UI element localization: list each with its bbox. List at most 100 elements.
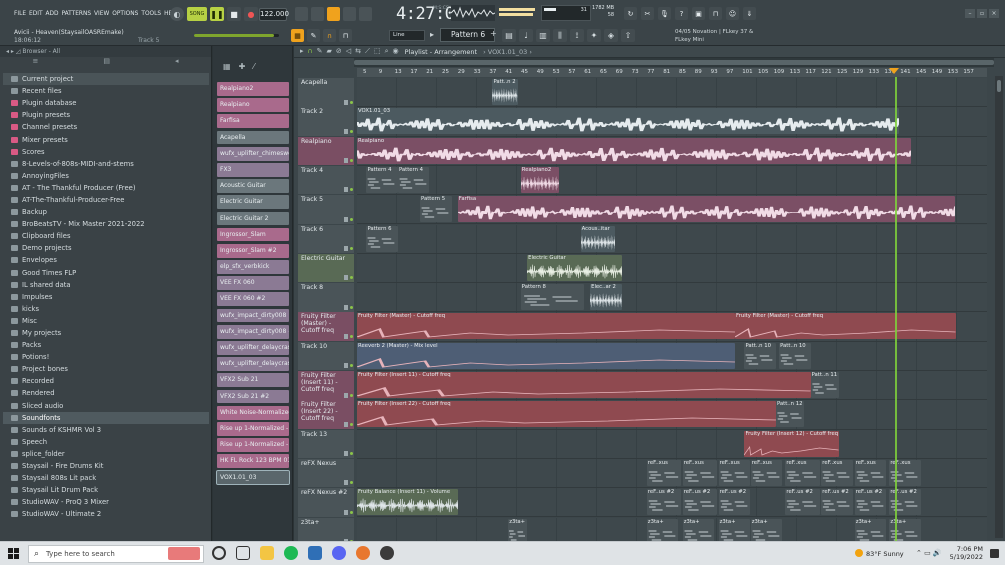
track-lane[interactable]: Pattern 6 Acous..itar bbox=[357, 224, 987, 254]
channel-item[interactable]: Ingrossor_Slam bbox=[217, 227, 289, 242]
master-volume-slider[interactable] bbox=[194, 34, 279, 37]
picker-brush-icon[interactable]: ⁄ bbox=[253, 62, 254, 71]
lock-icon[interactable] bbox=[344, 246, 348, 251]
lock-icon[interactable] bbox=[344, 333, 348, 339]
track-header[interactable]: Electric Guitar bbox=[298, 253, 354, 283]
channel-item[interactable]: Farfisa bbox=[217, 114, 289, 129]
help-icon[interactable]: ? bbox=[675, 7, 688, 20]
channel-item[interactable]: Rise up 1-Normalized - 1 bbox=[217, 421, 289, 436]
save-icon[interactable]: ⊓ bbox=[709, 7, 722, 20]
mic-icon[interactable]: 🎙 bbox=[658, 7, 671, 20]
playhead[interactable] bbox=[895, 77, 897, 541]
minimize-icon[interactable]: – bbox=[965, 9, 975, 18]
pattern-clip[interactable]: reF..xus bbox=[785, 459, 821, 486]
wait-input-icon[interactable] bbox=[311, 7, 324, 21]
pattern-add-icon[interactable]: + bbox=[490, 29, 497, 38]
magnet-tool-icon[interactable]: ∩ bbox=[308, 47, 313, 56]
pattern-clip[interactable]: reF..us #2 bbox=[854, 489, 887, 516]
track-header[interactable]: reFX Nexus #2 bbox=[298, 488, 354, 517]
audio-clip[interactable]: Realpiano bbox=[357, 137, 912, 164]
pattern-clip[interactable]: Pattern 4 bbox=[366, 166, 398, 193]
lock-icon[interactable] bbox=[344, 275, 348, 281]
audio-clip[interactable]: Patt..n 2 bbox=[492, 79, 518, 105]
song-mode-button[interactable]: SONG bbox=[187, 7, 207, 21]
pattern-clip[interactable]: reF..xus bbox=[854, 459, 887, 486]
browser-item[interactable]: AnnoyingFiles bbox=[3, 170, 209, 182]
pattern-clip[interactable]: Pattern 8 bbox=[520, 284, 584, 311]
upload-icon[interactable]: ⇧ bbox=[621, 29, 635, 42]
browser-item[interactable]: Packs bbox=[3, 339, 209, 351]
browser-item[interactable]: Sliced audio bbox=[3, 400, 209, 412]
channel-item[interactable]: VEE FX 060 bbox=[217, 276, 289, 291]
lock-icon[interactable] bbox=[344, 480, 348, 486]
track-enable-icon[interactable] bbox=[350, 481, 353, 485]
discord-icon[interactable] bbox=[332, 546, 346, 560]
pattern-prev-icon[interactable]: ▸ bbox=[430, 30, 434, 39]
browser-item[interactable]: Speech bbox=[3, 436, 209, 448]
lock-icon[interactable] bbox=[344, 451, 348, 457]
audio-clip[interactable]: Fruity Balance (Insert 11) - Volume bbox=[357, 489, 458, 516]
select-tool-icon[interactable]: ⬚ bbox=[374, 47, 381, 56]
browser-item[interactable]: Sounds of KSHMR Vol 3 bbox=[3, 424, 209, 436]
browser-header[interactable]: ◂ ▸ ◿ Browser - All bbox=[0, 46, 211, 57]
playlist-arrow-icon[interactable]: ▸ bbox=[300, 47, 304, 56]
lock-icon[interactable] bbox=[344, 421, 348, 427]
lock-icon[interactable] bbox=[344, 363, 348, 369]
menu-edit[interactable]: EDIT bbox=[29, 9, 43, 17]
pattern-clip[interactable]: reF..us #2 bbox=[682, 489, 718, 516]
automation-clip[interactable]: Reeverb 2 (Master) - Mix level bbox=[357, 342, 735, 369]
countdown-icon[interactable] bbox=[327, 7, 340, 21]
track-header[interactable]: Track 10 bbox=[298, 341, 354, 371]
browser-item[interactable]: IL shared data bbox=[3, 279, 209, 291]
channel-item[interactable]: VOX1.01_03 bbox=[216, 469, 290, 486]
track-header[interactable]: Track 13 bbox=[298, 429, 354, 459]
fl-studio-icon[interactable] bbox=[380, 546, 394, 560]
menu-patterns[interactable]: PATTERNS bbox=[62, 9, 91, 17]
browser-item[interactable]: splice_folder bbox=[3, 448, 209, 460]
browser-item[interactable]: Scores bbox=[3, 146, 209, 158]
track-header[interactable]: reFX Nexus bbox=[298, 458, 354, 488]
channel-item[interactable]: VFX2 Sub 21 bbox=[217, 373, 289, 388]
browser-item[interactable]: My projects bbox=[3, 327, 209, 339]
download-icon[interactable]: ⇓ bbox=[743, 7, 756, 20]
track-enable-icon[interactable] bbox=[350, 452, 353, 456]
track-header[interactable]: Fruity Filter (Insert 22) - Cutoff freq bbox=[298, 400, 354, 429]
channel-item[interactable]: wufx_impact_dirty008 bbox=[217, 308, 289, 323]
pattern-clip[interactable]: reF..xus bbox=[750, 459, 783, 486]
playback-tool-icon[interactable]: ◉ bbox=[393, 47, 399, 56]
snap-icon[interactable]: ⊓ bbox=[339, 29, 352, 42]
track-enable-icon[interactable] bbox=[350, 510, 353, 514]
pattern-clip[interactable]: reF..xus bbox=[646, 459, 682, 486]
menu-add[interactable]: ADD bbox=[46, 9, 59, 17]
weather-widget[interactable]: 83°F Sunny bbox=[855, 549, 904, 558]
automation-clip[interactable]: Fruity Filter (Master) - Cutoff freq bbox=[735, 313, 956, 340]
channel-rack-icon[interactable]: ▥ bbox=[536, 29, 550, 42]
track-header[interactable]: Track 5 bbox=[298, 195, 354, 224]
browser-item[interactable]: Rendered bbox=[3, 387, 209, 399]
track-lane[interactable]: Fruity Filter (Insert 22) - Cutoff freq P… bbox=[357, 400, 987, 430]
track-header[interactable]: Realpiano bbox=[298, 136, 354, 166]
browser-item[interactable]: Envelopes bbox=[3, 254, 209, 266]
slice-tool-icon[interactable]: ⟋ bbox=[365, 47, 370, 56]
browser-item[interactable]: BroBeatsTV - Mix Master 2021-2022 bbox=[3, 218, 209, 230]
channel-item[interactable]: Ingrossor_Slam #2 bbox=[217, 243, 289, 258]
channel-item[interactable]: wufx_impact_dirty008 #2 bbox=[217, 324, 289, 339]
track-enable-icon[interactable] bbox=[350, 393, 353, 397]
track-header[interactable]: Track 2 bbox=[298, 107, 354, 136]
pattern-mode-icon[interactable]: ▦ bbox=[291, 29, 304, 42]
track-lane[interactable]: reF..xus reF..xus reF..xus reF..xus reF..xus… bbox=[357, 458, 987, 489]
channel-item[interactable]: VEE FX 060 #2 bbox=[217, 292, 289, 307]
zoom-tool-icon[interactable]: ⌕ bbox=[385, 47, 389, 56]
channel-item[interactable]: Rise up 1-Normalized - 1.. bbox=[217, 438, 289, 452]
lock-icon[interactable] bbox=[344, 304, 348, 310]
pattern-clip[interactable]: Patt..n 10 bbox=[744, 342, 776, 369]
track-header[interactable]: Fruity Filter (Insert 11) - Cutoff freq bbox=[298, 371, 354, 400]
browser-item[interactable]: Impulses bbox=[3, 291, 209, 303]
track-header[interactable]: Acapella bbox=[298, 78, 354, 107]
spotify-icon[interactable] bbox=[284, 546, 298, 560]
track-enable-icon[interactable] bbox=[350, 247, 353, 250]
lock-icon[interactable] bbox=[344, 216, 348, 222]
channel-item[interactable]: HK FL Rock 123 BPM 01.. bbox=[217, 454, 289, 469]
pattern-clip[interactable]: Patt..n 10 bbox=[779, 342, 811, 369]
track-enable-icon[interactable] bbox=[350, 334, 353, 338]
